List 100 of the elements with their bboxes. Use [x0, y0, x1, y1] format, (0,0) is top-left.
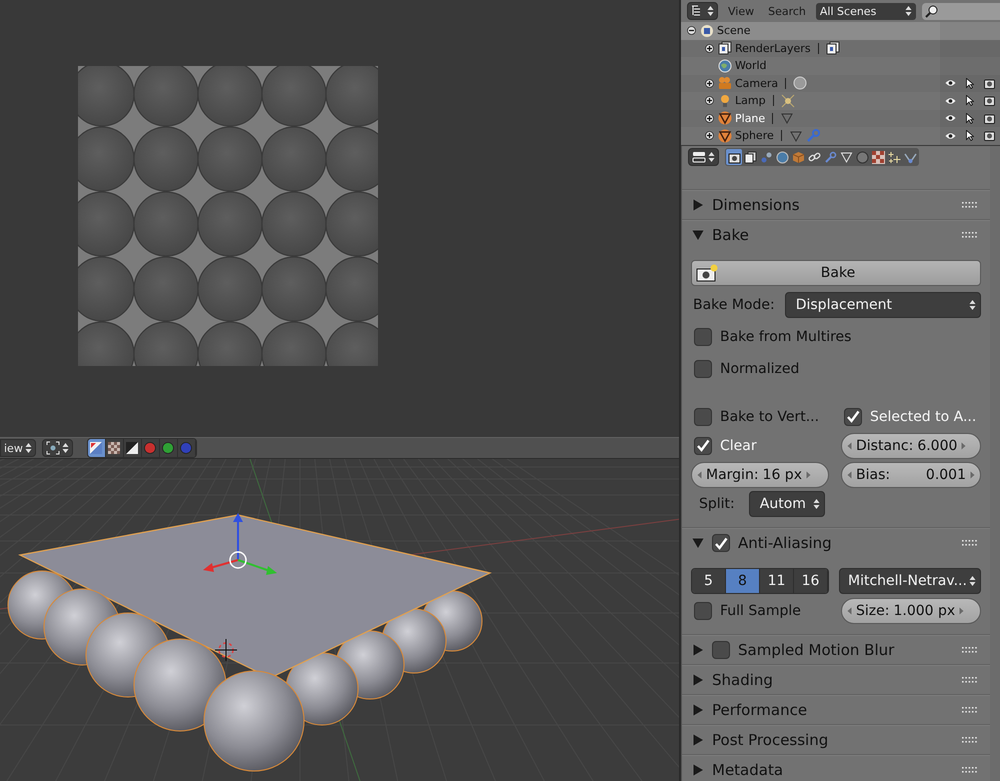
camera-icon	[728, 150, 740, 164]
expand-icon[interactable]	[705, 131, 714, 140]
color-alpha-icon	[90, 442, 102, 454]
drag-handle-icon[interactable]	[962, 202, 978, 208]
eye-icon[interactable]	[945, 79, 956, 88]
sample-count-button[interactable]: 8	[726, 568, 760, 592]
outliner-row[interactable]: Scene	[681, 22, 1000, 40]
split-dropdown[interactable]: Autom	[748, 490, 825, 516]
panel-header[interactable]: Sampled Motion Blur	[682, 634, 990, 664]
outliner-row[interactable]: Camera	[681, 74, 1000, 92]
distance-field[interactable]: Distanc: 6.000	[841, 432, 981, 458]
expand-icon[interactable]	[705, 78, 714, 88]
checkbox[interactable]	[694, 328, 712, 346]
expand-triangle-icon[interactable]	[692, 764, 704, 776]
right-arrow-icon[interactable]	[806, 470, 811, 478]
triangle-mesh-icon	[718, 128, 732, 143]
checkbox[interactable]	[712, 534, 730, 552]
checkbox[interactable]	[694, 436, 712, 454]
panel-header[interactable]: Bake	[682, 220, 990, 250]
drag-handle-icon[interactable]	[962, 676, 978, 682]
wrench-icon	[824, 150, 836, 164]
cursor-icon[interactable]	[966, 95, 974, 106]
expand-triangle-icon[interactable]	[692, 644, 704, 656]
right-arrow-icon[interactable]	[961, 442, 966, 450]
left-arrow-icon[interactable]	[847, 470, 852, 478]
left-arrow-icon[interactable]	[697, 470, 702, 478]
expand-triangle-icon[interactable]	[692, 704, 704, 716]
properties-tab[interactable]	[726, 149, 742, 165]
sample-count-button[interactable]: 5	[692, 568, 726, 592]
cursor-icon[interactable]	[966, 78, 974, 89]
collapse-triangle-icon[interactable]	[692, 537, 704, 549]
panel-header[interactable]: Shading	[682, 664, 990, 694]
expand-icon[interactable]	[705, 114, 714, 123]
expand-triangle-icon[interactable]	[692, 734, 704, 746]
left-arrow-icon[interactable]	[847, 606, 852, 614]
expand-triangle-icon[interactable]	[692, 674, 704, 686]
left-arrow-icon[interactable]	[847, 442, 852, 450]
margin-field[interactable]: Margin: 16 px	[691, 462, 829, 488]
drag-handle-icon[interactable]	[962, 766, 978, 772]
editor-type-button[interactable]	[688, 148, 719, 166]
checkbox[interactable]	[712, 640, 730, 658]
size-field[interactable]: Size: 1.000 px	[841, 598, 981, 624]
drag-handle-icon[interactable]	[962, 706, 978, 712]
outliner-row[interactable]: RenderLayers	[681, 40, 1000, 57]
drag-handle-icon[interactable]	[962, 736, 978, 742]
checker-icon	[872, 150, 884, 164]
up-down-arrows-icon	[812, 498, 820, 510]
panel-header[interactable]: Post Processing	[682, 724, 990, 754]
up-down-arrows-icon	[62, 442, 69, 454]
camera-icon	[696, 264, 718, 282]
right-arrow-icon[interactable]	[959, 606, 964, 614]
bake-mode-label: Bake Mode:	[692, 296, 775, 312]
panel-header[interactable]: Dimensions	[682, 190, 990, 220]
sample-count-button[interactable]: 16	[794, 568, 828, 592]
properties-tab[interactable]	[742, 149, 758, 165]
drag-handle-icon[interactable]	[962, 232, 978, 238]
drag-handle-icon[interactable]	[962, 540, 978, 546]
right-arrow-icon[interactable]	[970, 470, 975, 478]
panel-header[interactable]: Metadata	[682, 754, 990, 781]
bake-button[interactable]: Bake	[691, 260, 981, 286]
eye-icon[interactable]	[945, 114, 956, 122]
eye-icon[interactable]	[945, 96, 956, 105]
checkbox[interactable]	[694, 602, 712, 620]
checkbox[interactable]	[844, 408, 862, 426]
search-menu[interactable]: Search	[764, 4, 810, 18]
editor-type-button[interactable]	[687, 2, 718, 20]
panel-title: Metadata	[712, 760, 784, 778]
expand-triangle-icon[interactable]	[692, 198, 704, 210]
eye-icon[interactable]	[945, 132, 956, 140]
view-menu[interactable]: View	[724, 4, 758, 18]
pivot-button[interactable]	[42, 439, 73, 457]
camera-icon[interactable]	[984, 95, 995, 106]
bias-field[interactable]: Bias: 0.001	[841, 462, 981, 488]
search-field[interactable]	[922, 2, 1000, 20]
drag-handle-icon[interactable]	[962, 646, 978, 652]
checkbox[interactable]	[694, 360, 712, 378]
collapse-icon[interactable]	[687, 26, 696, 36]
properties-tab[interactable]	[886, 149, 902, 165]
sparkles-icon	[888, 150, 900, 164]
view-menu[interactable]: iew	[0, 439, 36, 457]
camera-icon[interactable]	[984, 112, 995, 124]
outliner-item-name: Sphere	[735, 129, 774, 142]
cursor-icon[interactable]	[966, 130, 974, 142]
panel-header[interactable]: Performance	[682, 694, 990, 724]
expand-icon[interactable]	[705, 96, 714, 106]
camera-icon[interactable]	[984, 130, 995, 142]
panel-header[interactable]: Anti-Aliasing	[682, 528, 990, 558]
camera-icon[interactable]	[984, 78, 995, 89]
scene-filter-dropdown[interactable]: All Scenes	[816, 2, 916, 20]
checkbox-label: Clear	[720, 438, 757, 454]
expand-icon[interactable]	[705, 44, 714, 53]
light-bulb-icon	[718, 94, 732, 108]
sample-count-button[interactable]: 11	[760, 568, 794, 592]
checkbox-label: Bake from Multires	[720, 328, 852, 344]
filter-dropdown[interactable]: Mitchell-Netrav...	[839, 568, 981, 594]
outliner-row[interactable]: Plane	[681, 110, 1000, 127]
collapse-triangle-icon[interactable]	[692, 229, 704, 241]
cursor-icon[interactable]	[966, 112, 974, 124]
checkbox[interactable]	[694, 408, 712, 426]
bake-mode-dropdown[interactable]: Displacement	[784, 292, 981, 318]
